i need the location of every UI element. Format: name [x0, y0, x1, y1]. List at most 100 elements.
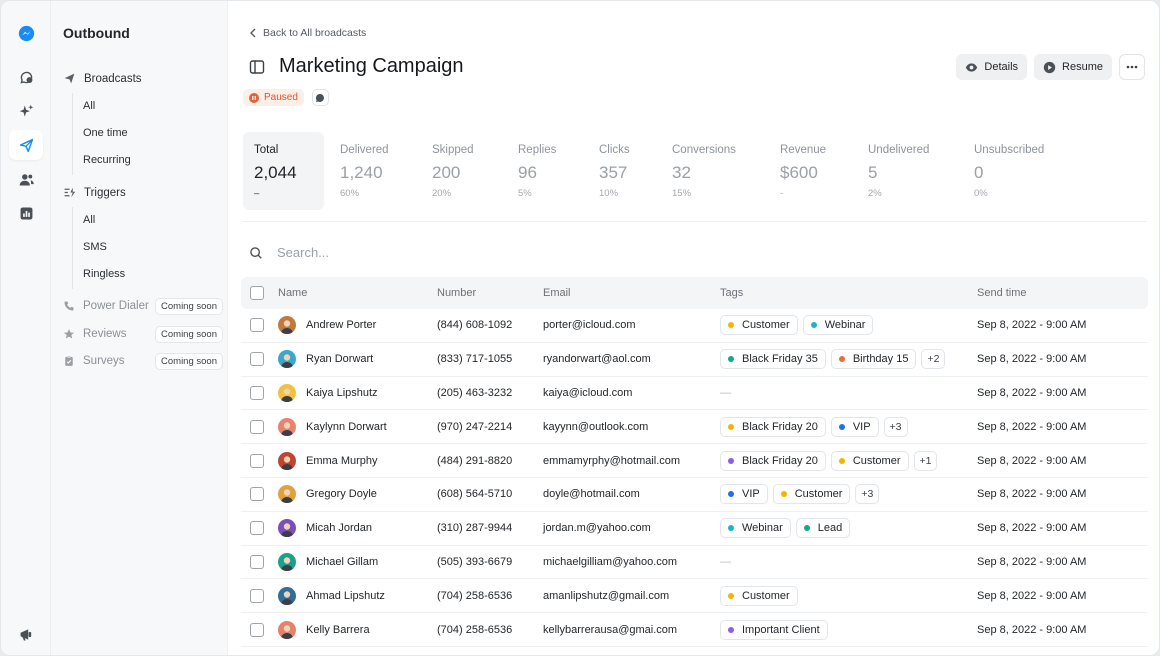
- column-header-tags[interactable]: Tags: [720, 287, 743, 299]
- stat-replies[interactable]: Replies 96 5%: [507, 132, 567, 210]
- table-row[interactable]: Ryan Dorwart (833) 717-1055 ryandorwart@…: [241, 343, 1148, 377]
- avatar: [278, 620, 296, 639]
- column-header-email[interactable]: Email: [543, 287, 571, 299]
- column-header-number[interactable]: Number: [437, 287, 476, 299]
- app-logo-icon[interactable]: [9, 18, 43, 48]
- avatar: [278, 383, 296, 402]
- sidebar-item-broadcasts-all[interactable]: All: [83, 100, 95, 112]
- table-row[interactable]: Kaiya Lipshutz (205) 463-3232 kaiya@iclo…: [241, 377, 1148, 411]
- stat-unsubscribed[interactable]: Unsubscribed 0 0%: [963, 132, 1055, 210]
- row-checkbox[interactable]: [250, 521, 264, 536]
- stat-undelivered[interactable]: Undelivered 5 2%: [857, 132, 940, 210]
- tag-chip[interactable]: Black Friday 20: [720, 450, 826, 471]
- tag-color-dot: [728, 525, 734, 532]
- table-row[interactable]: Michael Gillam (505) 393-6679 michaelgil…: [241, 546, 1148, 580]
- phone-icon: [64, 301, 74, 311]
- contact-name[interactable]: Micah Jordan: [306, 522, 372, 534]
- more-options-button[interactable]: [1119, 54, 1145, 80]
- tag-chip[interactable]: VIP: [720, 484, 768, 505]
- announcement-icon[interactable]: [9, 619, 43, 649]
- send-icon[interactable]: [9, 130, 43, 160]
- row-checkbox[interactable]: [250, 487, 264, 502]
- sidebar-triggers[interactable]: Triggers: [63, 186, 126, 199]
- tag-chip[interactable]: Customer: [772, 484, 851, 505]
- stat-clicks[interactable]: Clicks 357 10%: [588, 132, 641, 210]
- more-tags-badge[interactable]: +3: [883, 416, 908, 437]
- tag-label: Customer: [742, 319, 790, 332]
- tag-chip[interactable]: Customer: [830, 450, 909, 471]
- table-row[interactable]: Andrew Porter (844) 608-1092 porter@iclo…: [241, 309, 1148, 343]
- sidebar-toggle-icon[interactable]: [249, 59, 265, 75]
- tag-chip[interactable]: Black Friday 35: [720, 349, 826, 370]
- row-checkbox[interactable]: [250, 453, 264, 468]
- table-row[interactable]: Kaylynn Dorwart (970) 247-2214 kayynn@ou…: [241, 410, 1148, 445]
- row-checkbox[interactable]: [250, 352, 264, 367]
- details-button[interactable]: Details: [956, 54, 1028, 80]
- stat-label: Total: [254, 144, 279, 156]
- stat-conversions[interactable]: Conversions 32 15%: [661, 132, 747, 210]
- recipients-table: Name Number Email Tags Send time Andrew …: [241, 277, 1148, 647]
- tag-chip[interactable]: Important Client: [720, 619, 828, 640]
- tag-chip[interactable]: Birthday 15: [830, 349, 917, 370]
- sparkle-icon[interactable]: [9, 96, 43, 126]
- tag-chip[interactable]: VIP: [830, 416, 879, 437]
- contact-name[interactable]: Kelly Barrera: [306, 624, 370, 636]
- contact-name[interactable]: Kaiya Lipshutz: [306, 387, 378, 399]
- sidebar-title: Outbound: [63, 25, 130, 41]
- back-link[interactable]: Back to All broadcasts: [249, 27, 366, 39]
- reports-icon[interactable]: [9, 198, 43, 228]
- table-row[interactable]: Kelly Barrera (704) 258-6536 kellybarrer…: [241, 613, 1148, 647]
- contacts-icon[interactable]: [9, 164, 43, 194]
- sidebar-item-ringless[interactable]: Ringless: [83, 268, 125, 280]
- more-tags-badge[interactable]: +3: [855, 484, 880, 505]
- table-row[interactable]: Gregory Doyle (608) 564-5710 doyle@hotma…: [241, 478, 1148, 512]
- contact-name[interactable]: Ahmad Lipshutz: [306, 590, 385, 602]
- sidebar-broadcasts[interactable]: Broadcasts: [63, 72, 142, 85]
- chat-icon[interactable]: [9, 62, 43, 92]
- search-bar[interactable]: Search...: [249, 245, 329, 260]
- contact-name[interactable]: Andrew Porter: [306, 319, 376, 331]
- sidebar-item-sms[interactable]: SMS: [83, 241, 107, 253]
- sidebar-divider: [72, 207, 73, 289]
- column-header-name[interactable]: Name: [278, 287, 307, 299]
- contact-name[interactable]: Emma Murphy: [306, 455, 378, 467]
- more-tags-badge[interactable]: +2: [921, 349, 946, 370]
- contact-tags: Important Client: [720, 619, 828, 640]
- table-row[interactable]: Micah Jordan (310) 287-9944 jordan.m@yah…: [241, 512, 1148, 546]
- more-tags-badge[interactable]: +1: [913, 450, 938, 471]
- sidebar-item-one-time[interactable]: One time: [83, 127, 128, 139]
- row-checkbox[interactable]: [250, 622, 264, 637]
- tag-chip[interactable]: Lead: [795, 518, 851, 539]
- stat-delivered[interactable]: Delivered 1,240 60%: [329, 132, 400, 210]
- contact-name[interactable]: Ryan Dorwart: [306, 353, 373, 365]
- stat-revenue[interactable]: Revenue $600 -: [769, 132, 837, 210]
- stat-value: 0: [974, 163, 984, 182]
- contact-name[interactable]: Gregory Doyle: [306, 488, 377, 500]
- tag-chip[interactable]: Customer: [720, 585, 798, 606]
- row-checkbox[interactable]: [250, 588, 264, 603]
- select-all-checkbox[interactable]: [250, 286, 264, 300]
- tag-label: Important Client: [742, 623, 820, 636]
- tag-chip[interactable]: Webinar: [802, 315, 874, 336]
- sidebar-item-triggers-all[interactable]: All: [83, 214, 95, 226]
- sidebar-item-recurring[interactable]: Recurring: [83, 154, 131, 166]
- contact-name[interactable]: Michael Gillam: [306, 556, 378, 568]
- table-row[interactable]: Emma Murphy (484) 291-8820 emmamyrphy@ho…: [241, 444, 1148, 478]
- row-checkbox[interactable]: [250, 385, 264, 400]
- row-checkbox[interactable]: [250, 318, 264, 333]
- tag-label: Customer: [794, 488, 843, 501]
- stat-skipped[interactable]: Skipped 200 20%: [421, 132, 485, 210]
- stat-value: 96: [518, 163, 537, 182]
- resume-button[interactable]: Resume: [1034, 54, 1112, 80]
- tag-chip[interactable]: Webinar: [720, 518, 791, 539]
- contact-number: (608) 564-5710: [437, 488, 513, 501]
- tag-chip[interactable]: Customer: [720, 315, 798, 336]
- column-header-send-time[interactable]: Send time: [977, 287, 1027, 299]
- search-input[interactable]: Search...: [277, 245, 329, 260]
- tag-chip[interactable]: Black Friday 20: [720, 416, 826, 437]
- stat-total[interactable]: Total 2,044 –: [243, 132, 324, 210]
- contact-name[interactable]: Kaylynn Dorwart: [306, 421, 387, 433]
- row-checkbox[interactable]: [250, 419, 264, 434]
- table-row[interactable]: Ahmad Lipshutz (704) 258-6536 amanlipshu…: [241, 579, 1148, 614]
- row-checkbox[interactable]: [250, 554, 264, 569]
